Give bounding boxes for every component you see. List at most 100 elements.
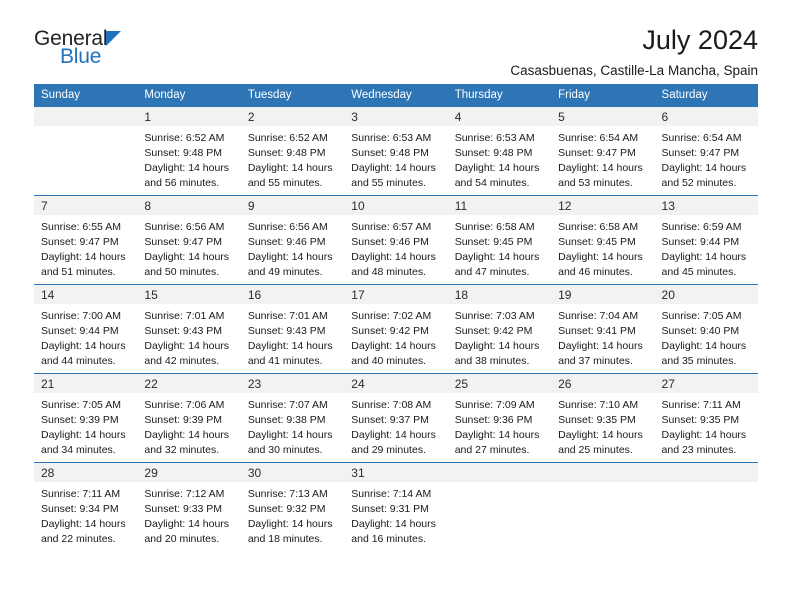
calendar-day-cell[interactable]: 17 Sunrise: 7:02 AM Sunset: 9:42 PM Dayligh… (344, 284, 448, 374)
day-details: Sunrise: 7:00 AM Sunset: 9:44 PM Daylight:… (34, 304, 137, 369)
daylight-text-line1: Daylight: 14 hours (351, 339, 436, 352)
calendar-empty-cell (551, 462, 655, 552)
calendar-day-cell[interactable]: 7 Sunrise: 6:55 AM Sunset: 9:47 PM Daylight… (34, 195, 138, 285)
day-number: 13 (654, 196, 758, 215)
day-details: Sunrise: 6:53 AM Sunset: 9:48 PM Daylight:… (448, 126, 551, 191)
title-block: July 2024 Casasbuenas, Castille-La Manch… (510, 26, 758, 79)
sunset-text: Sunset: 9:31 PM (351, 502, 429, 515)
sunrise-text: Sunrise: 7:11 AM (41, 488, 121, 500)
weekday-header-wednesday: Wednesday (344, 84, 448, 107)
sunrise-text: Sunrise: 6:58 AM (558, 221, 639, 233)
daylight-text-line1: Daylight: 14 hours (351, 517, 436, 530)
calendar-day-cell[interactable]: 1 Sunrise: 6:52 AM Sunset: 9:48 PM Daylight… (137, 106, 241, 196)
daylight-text-line1: Daylight: 14 hours (661, 428, 747, 441)
weekday-header-saturday: Saturday (654, 84, 758, 107)
sunrise-text: Sunrise: 7:10 AM (558, 399, 639, 411)
calendar-day-cell[interactable]: 14 Sunrise: 7:00 AM Sunset: 9:44 PM Dayligh… (34, 284, 138, 374)
daylight-text-line2: and 42 minutes. (144, 354, 220, 367)
sunset-text: Sunset: 9:35 PM (558, 413, 636, 426)
daylight-text-line2: and 53 minutes. (558, 176, 633, 189)
sunset-text: Sunset: 9:43 PM (144, 324, 223, 337)
sunrise-text: Sunrise: 7:03 AM (454, 310, 535, 322)
daylight-text-line2: and 55 minutes. (247, 176, 323, 189)
calendar-day-cell[interactable]: 30 Sunrise: 7:13 AM Sunset: 9:32 PM Dayligh… (240, 462, 345, 552)
daylight-text-line1: Daylight: 14 hours (247, 428, 333, 441)
calendar-day-cell[interactable]: 19 Sunrise: 7:04 AM Sunset: 9:41 PM Dayligh… (551, 284, 655, 374)
sunrise-text: Sunrise: 6:56 AM (247, 221, 328, 233)
sunrise-text: Sunrise: 6:52 AM (144, 132, 225, 144)
sunset-text: Sunset: 9:44 PM (41, 324, 119, 337)
sunset-text: Sunset: 9:47 PM (558, 146, 636, 159)
calendar-day-cell[interactable]: 4 Sunrise: 6:53 AM Sunset: 9:48 PM Daylight… (447, 106, 552, 196)
calendar-day-cell[interactable]: 29 Sunrise: 7:12 AM Sunset: 9:33 PM Dayligh… (137, 462, 241, 552)
calendar-day-cell[interactable]: 11 Sunrise: 6:58 AM Sunset: 9:45 PM Dayligh… (447, 195, 552, 285)
day-number: 11 (447, 196, 552, 215)
daylight-text-line1: Daylight: 14 hours (661, 250, 747, 263)
weekday-header-friday: Friday (551, 84, 655, 107)
day-number: 17 (344, 285, 448, 304)
day-details: Sunrise: 7:11 AM Sunset: 9:35 PM Daylight:… (655, 393, 758, 458)
sunset-text: Sunset: 9:32 PM (247, 502, 326, 515)
sunrise-text: Sunrise: 7:07 AM (247, 399, 328, 411)
sunrise-text: Sunrise: 7:08 AM (351, 399, 432, 411)
calendar-day-cell[interactable]: 20 Sunrise: 7:05 AM Sunset: 9:40 PM Dayligh… (654, 284, 758, 374)
calendar-week-row: 21 Sunrise: 7:05 AM Sunset: 9:39 PM Dayligh… (34, 373, 758, 463)
calendar-day-cell[interactable]: 10 Sunrise: 6:57 AM Sunset: 9:46 PM Dayligh… (344, 195, 448, 285)
day-number: 1 (137, 107, 241, 126)
day-number: 14 (34, 285, 138, 304)
calendar-day-cell[interactable]: 13 Sunrise: 6:59 AM Sunset: 9:44 PM Dayligh… (654, 195, 758, 285)
day-number: 18 (447, 285, 552, 304)
calendar-day-cell[interactable]: 31 Sunrise: 7:14 AM Sunset: 9:31 PM Dayligh… (344, 462, 448, 552)
calendar-day-cell[interactable]: 24 Sunrise: 7:08 AM Sunset: 9:37 PM Dayligh… (344, 373, 448, 463)
calendar-day-cell[interactable]: 23 Sunrise: 7:07 AM Sunset: 9:38 PM Dayligh… (240, 373, 345, 463)
day-details: Sunrise: 7:12 AM Sunset: 9:33 PM Daylight:… (137, 482, 240, 547)
day-number: 23 (240, 374, 345, 393)
day-number: 22 (137, 374, 241, 393)
calendar-day-cell[interactable]: 8 Sunrise: 6:56 AM Sunset: 9:47 PM Daylight… (137, 195, 241, 285)
sunset-text: Sunset: 9:47 PM (41, 235, 119, 248)
sunset-text: Sunset: 9:48 PM (247, 146, 326, 159)
sunrise-text: Sunrise: 7:06 AM (144, 399, 225, 411)
sunset-text: Sunset: 9:46 PM (247, 235, 326, 248)
calendar-day-cell[interactable]: 27 Sunrise: 7:11 AM Sunset: 9:35 PM Dayligh… (654, 373, 758, 463)
calendar-day-cell[interactable]: 25 Sunrise: 7:09 AM Sunset: 9:36 PM Dayligh… (447, 373, 552, 463)
weekday-header-row: Sunday Monday Tuesday Wednesday Thursday… (34, 84, 758, 107)
day-number (551, 463, 655, 482)
daylight-text-line1: Daylight: 14 hours (144, 517, 230, 530)
daylight-text-line2: and 46 minutes. (558, 265, 633, 278)
calendar-day-cell[interactable]: 16 Sunrise: 7:01 AM Sunset: 9:43 PM Dayligh… (240, 284, 345, 374)
calendar-day-cell[interactable]: 22 Sunrise: 7:06 AM Sunset: 9:39 PM Dayligh… (137, 373, 241, 463)
sunrise-text: Sunrise: 6:54 AM (661, 132, 742, 144)
weekday-header-thursday: Thursday (447, 84, 552, 107)
calendar-day-cell[interactable]: 15 Sunrise: 7:01 AM Sunset: 9:43 PM Dayligh… (137, 284, 241, 374)
day-details: Sunrise: 6:58 AM Sunset: 9:45 PM Daylight:… (448, 215, 551, 280)
day-number: 8 (137, 196, 241, 215)
calendar-day-cell[interactable]: 6 Sunrise: 6:54 AM Sunset: 9:47 PM Daylight… (654, 106, 758, 196)
day-number: 10 (344, 196, 448, 215)
day-number: 31 (344, 463, 448, 482)
calendar-day-cell[interactable]: 12 Sunrise: 6:58 AM Sunset: 9:45 PM Dayligh… (551, 195, 655, 285)
sunset-text: Sunset: 9:47 PM (661, 146, 740, 159)
day-details: Sunrise: 7:11 AM Sunset: 9:34 PM Daylight:… (34, 482, 137, 547)
calendar-day-cell[interactable]: 18 Sunrise: 7:03 AM Sunset: 9:42 PM Dayligh… (447, 284, 552, 374)
day-details: Sunrise: 7:01 AM Sunset: 9:43 PM Daylight:… (241, 304, 344, 369)
calendar-day-cell[interactable]: 21 Sunrise: 7:05 AM Sunset: 9:39 PM Dayligh… (34, 373, 138, 463)
day-details: Sunrise: 6:57 AM Sunset: 9:46 PM Daylight:… (344, 215, 447, 280)
calendar-day-cell[interactable]: 3 Sunrise: 6:53 AM Sunset: 9:48 PM Daylight… (344, 106, 448, 196)
day-number: 30 (240, 463, 345, 482)
calendar-day-cell[interactable]: 2 Sunrise: 6:52 AM Sunset: 9:48 PM Daylight… (240, 106, 345, 196)
daylight-text-line2: and 47 minutes. (454, 265, 530, 278)
sunset-text: Sunset: 9:44 PM (661, 235, 740, 248)
sunrise-text: Sunrise: 7:12 AM (144, 488, 225, 500)
sunset-text: Sunset: 9:48 PM (351, 146, 429, 159)
sunrise-text: Sunrise: 6:52 AM (247, 132, 328, 144)
calendar-day-cell[interactable]: 26 Sunrise: 7:10 AM Sunset: 9:35 PM Dayligh… (551, 373, 655, 463)
calendar-day-cell[interactable]: 9 Sunrise: 6:56 AM Sunset: 9:46 PM Daylight… (240, 195, 345, 285)
sunset-text: Sunset: 9:46 PM (351, 235, 429, 248)
calendar-day-cell[interactable]: 28 Sunrise: 7:11 AM Sunset: 9:34 PM Dayligh… (34, 462, 138, 552)
day-number (34, 107, 138, 126)
day-details: Sunrise: 7:10 AM Sunset: 9:35 PM Daylight:… (551, 393, 654, 458)
calendar-day-cell[interactable]: 5 Sunrise: 6:54 AM Sunset: 9:47 PM Daylight… (551, 106, 655, 196)
sunset-text: Sunset: 9:48 PM (144, 146, 223, 159)
sunrise-text: Sunrise: 7:05 AM (661, 310, 742, 322)
